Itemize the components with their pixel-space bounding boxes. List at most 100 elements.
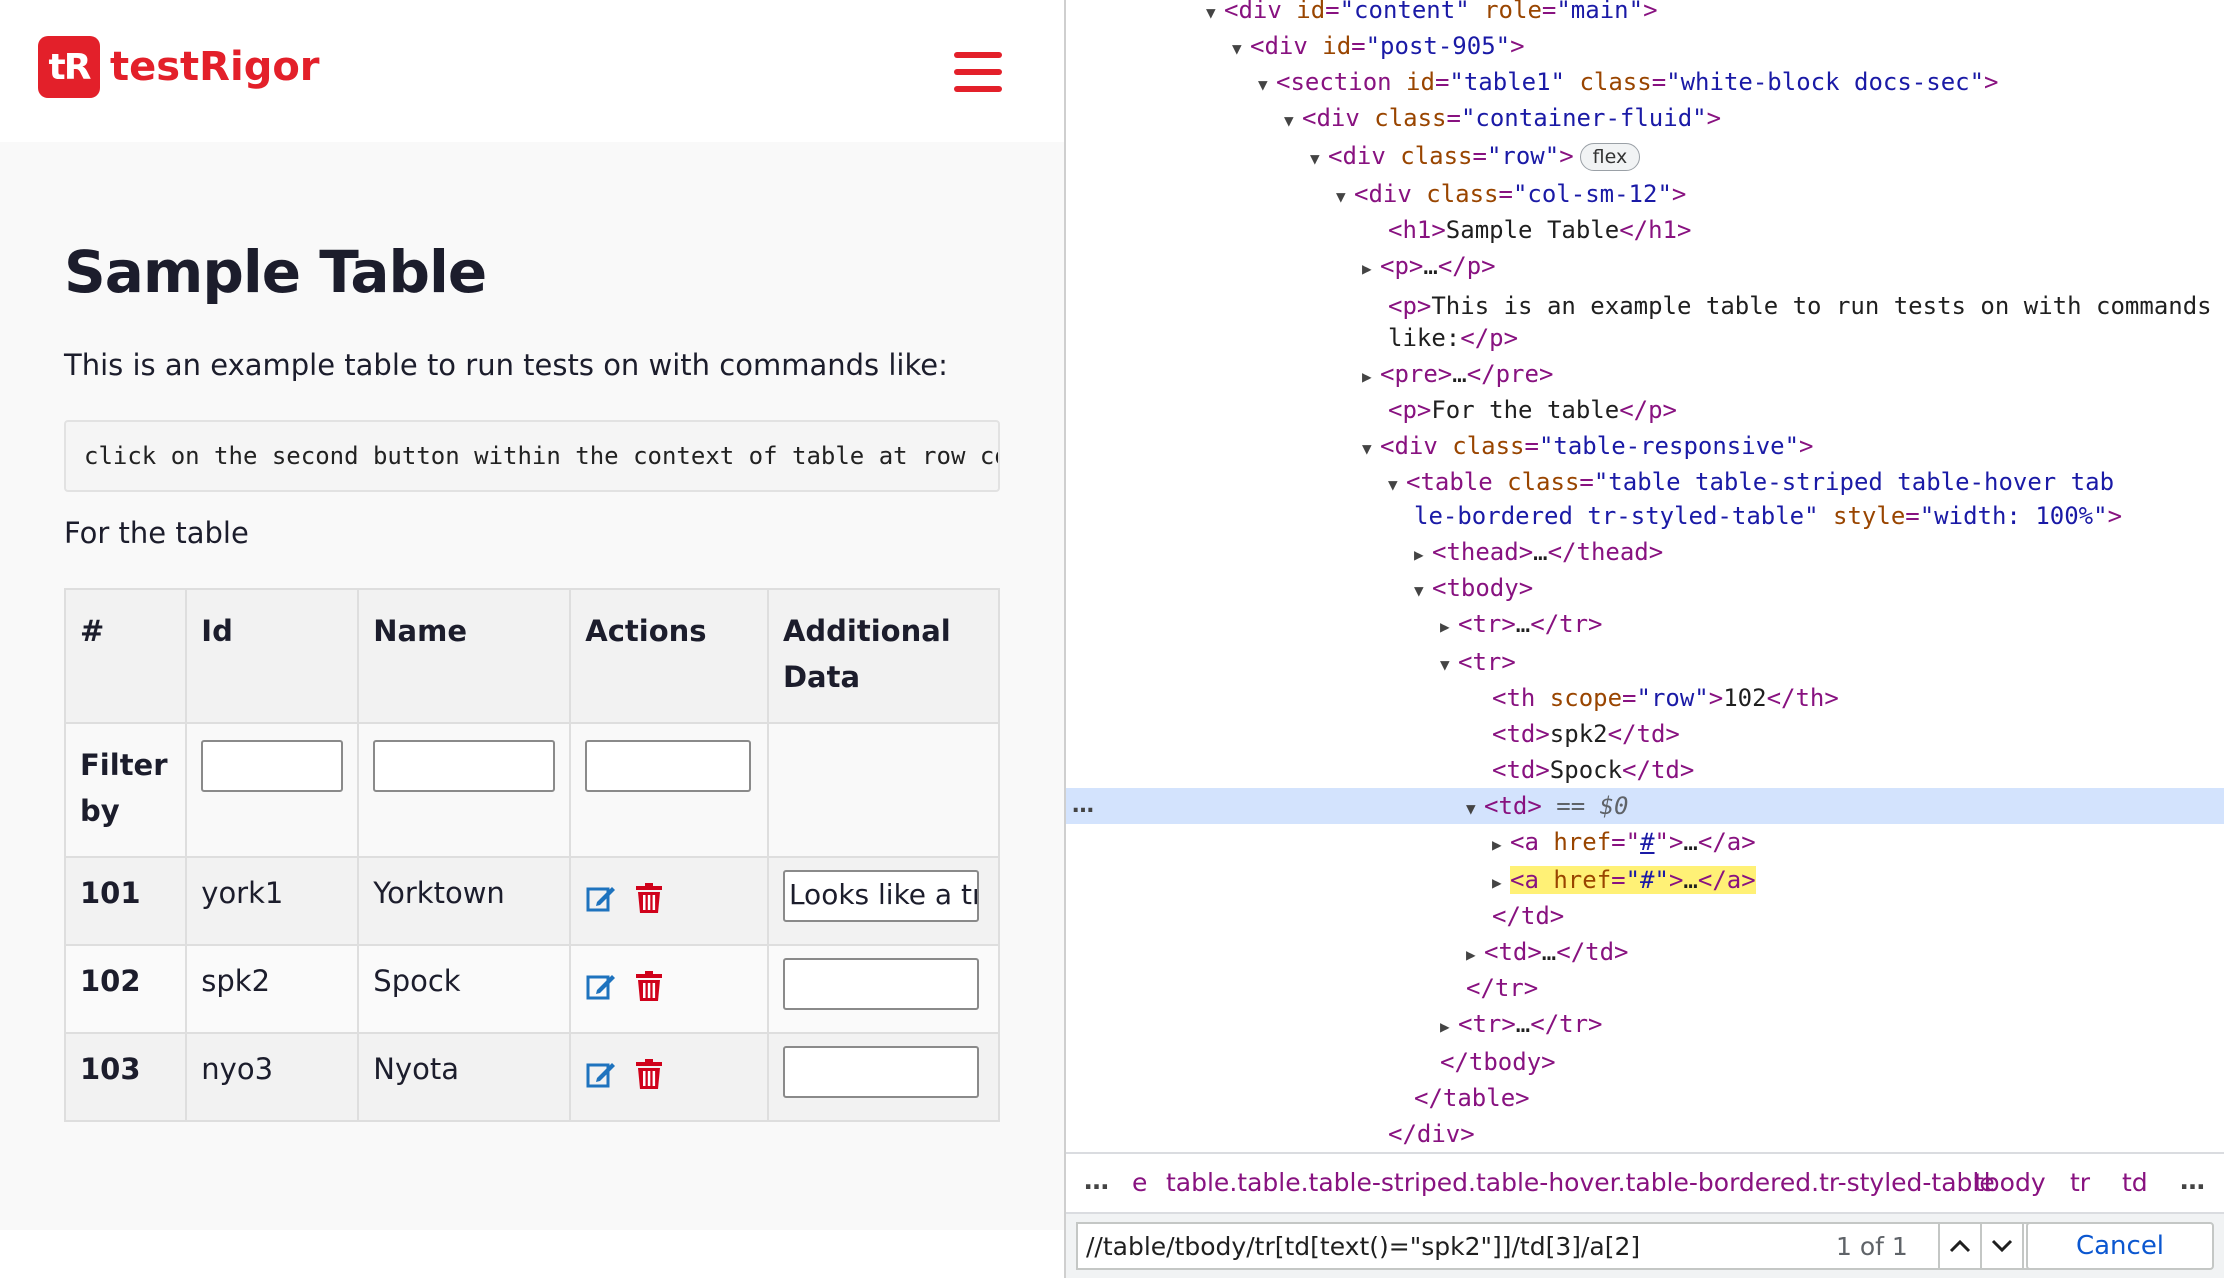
edit-icon[interactable] <box>585 970 617 1009</box>
row-additional-data <box>766 1032 1001 1122</box>
dom-node-line[interactable]: <p>This is an example table to run tests… <box>1066 288 2224 324</box>
dom-node-line[interactable]: ▶ <tr>…</tr> <box>1066 1006 2224 1042</box>
expand-triangle-icon[interactable]: ▼ <box>1466 791 1484 827</box>
dom-node-line[interactable]: ▶ <thead>…</thead> <box>1066 534 2224 570</box>
dom-node-line[interactable]: </table> <box>1066 1080 2224 1116</box>
dom-node-line[interactable]: <th scope="row">102</th> <box>1066 680 2224 716</box>
collapse-triangle-icon[interactable]: ▶ <box>1362 359 1380 395</box>
trash-icon[interactable] <box>635 970 663 1009</box>
cancel-button[interactable]: Cancel <box>2026 1222 2214 1270</box>
breadcrumb-item-tbody[interactable]: tbody <box>1974 1168 2046 1197</box>
flex-badge[interactable]: flex <box>1579 143 1641 171</box>
dom-node-line[interactable]: ▶ <pre>…</pre> <box>1066 356 2224 392</box>
column-header-actions: Actions <box>569 588 769 724</box>
previous-match-button[interactable] <box>1938 1222 1982 1270</box>
row-id: spk2 <box>185 944 360 1034</box>
dom-node-line[interactable]: like:</p> <box>1066 320 2224 356</box>
dom-node-line[interactable]: </tr> <box>1066 970 2224 1006</box>
collapse-triangle-icon[interactable]: ▶ <box>1362 251 1380 287</box>
filter-id-input[interactable] <box>201 740 344 792</box>
dom-node-line[interactable]: <td>spk2</td> <box>1066 716 2224 752</box>
filter-cell-id <box>185 722 360 858</box>
breadcrumb-item-td[interactable]: td <box>2122 1168 2148 1197</box>
dom-node-line[interactable]: ▶ <p>…</p> <box>1066 248 2224 284</box>
row-id: nyo3 <box>185 1032 360 1122</box>
row-number: 103 <box>63 1032 188 1122</box>
dom-tree: ▼ <div id="content" role="main"> ▼ <div id… <box>1066 0 2224 1152</box>
logo-text: testRigor <box>110 44 320 90</box>
expand-triangle-icon[interactable]: ▼ <box>1310 141 1328 177</box>
breadcrumb-cut[interactable]: e <box>1132 1168 1147 1197</box>
row-actions <box>569 1032 769 1122</box>
collapse-triangle-icon[interactable]: ▶ <box>1492 827 1510 863</box>
dom-node-line[interactable]: le-bordered tr-styled-table" style="widt… <box>1066 498 2224 534</box>
breadcrumb-more-left[interactable]: … <box>1084 1166 1109 1195</box>
breadcrumb-item-tr[interactable]: tr <box>2070 1168 2090 1197</box>
expand-triangle-icon[interactable]: ▼ <box>1284 103 1302 139</box>
filter-row: Filter by <box>63 722 1001 858</box>
additional-data-input[interactable] <box>782 1046 979 1098</box>
dom-node-line[interactable]: ▶ <a href="#">…</a> <box>1066 824 2224 860</box>
collapse-triangle-icon[interactable]: ▶ <box>1492 865 1510 901</box>
expand-triangle-icon[interactable]: ▼ <box>1258 67 1276 103</box>
row-name: Yorktown <box>357 856 572 946</box>
breadcrumb-item-table[interactable]: table.table.table-striped.table-hover.ta… <box>1166 1168 1995 1197</box>
dom-node-line[interactable]: <p>For the table</p> <box>1066 392 2224 428</box>
hamburger-menu-icon[interactable] <box>954 52 1006 96</box>
collapse-triangle-icon[interactable]: ▶ <box>1414 537 1432 573</box>
dom-node-line-selected[interactable]: … ▼ <td> == $0 <box>1066 788 2224 824</box>
next-match-button[interactable] <box>1980 1222 2024 1270</box>
dom-node-line[interactable]: ▼ <table class="table table-striped table… <box>1066 464 2224 500</box>
additional-data-input[interactable] <box>782 958 979 1010</box>
expand-triangle-icon[interactable]: ▼ <box>1232 31 1250 67</box>
edit-icon[interactable] <box>585 1058 617 1097</box>
collapse-triangle-icon[interactable]: ▶ <box>1440 1009 1458 1045</box>
dom-node-line[interactable]: ▼ <tr> <box>1066 644 2224 680</box>
dom-node-line[interactable]: ▼ <tbody> <box>1066 570 2224 606</box>
filter-actions-input[interactable] <box>585 740 752 792</box>
more-options-icon[interactable]: … <box>1072 788 1094 824</box>
collapse-triangle-icon[interactable]: ▶ <box>1440 609 1458 645</box>
dom-node-line[interactable]: ▼ <div class="col-sm-12"> <box>1066 176 2224 212</box>
column-header-name: Name <box>357 588 572 724</box>
chevron-up-icon <box>1949 1239 1971 1253</box>
dom-node-line[interactable]: ▼ <div class="table-responsive"> <box>1066 428 2224 464</box>
dom-node-line[interactable]: ▼ <div class="container-fluid"> <box>1066 100 2224 136</box>
code-block[interactable]: click on the second button within the co… <box>64 420 1000 492</box>
intro-text: This is an example table to run tests on… <box>64 348 948 382</box>
expand-triangle-icon[interactable]: ▼ <box>1336 179 1354 215</box>
collapse-triangle-icon[interactable]: ▶ <box>1466 937 1484 973</box>
additional-data-input[interactable]: Looks like a trouble <box>782 870 979 922</box>
dom-node-line[interactable]: ▼ <div class="row"> flex <box>1066 138 2224 174</box>
filter-name-input[interactable] <box>373 740 556 792</box>
dom-node-line[interactable]: <h1>Sample Table</h1> <box>1066 212 2224 248</box>
web-page: tR testRigor Sample Table This is an exa… <box>0 0 1064 1278</box>
dom-node-line[interactable]: ▼ <section id="table1" class="white-block… <box>1066 64 2224 100</box>
expand-triangle-icon[interactable]: ▼ <box>1206 0 1224 31</box>
column-header-number: # <box>63 588 188 724</box>
edit-icon[interactable] <box>585 882 617 921</box>
expand-triangle-icon[interactable]: ▼ <box>1414 573 1432 609</box>
dom-node-line[interactable]: <td>Spock</td> <box>1066 752 2224 788</box>
dom-node-line[interactable]: ▶ <td>…</td> <box>1066 934 2224 970</box>
row-additional-data <box>766 944 1001 1034</box>
expand-triangle-icon[interactable]: ▼ <box>1362 431 1380 467</box>
dom-node-line[interactable]: ▼ <div id="post-905"> <box>1066 28 2224 64</box>
row-number: 101 <box>63 856 188 946</box>
header-row: # Id Name Actions Additional Data <box>63 588 1001 724</box>
match-count: 1 of 1 <box>1836 1232 1908 1261</box>
expand-triangle-icon[interactable]: ▼ <box>1440 647 1458 683</box>
breadcrumb-more-right[interactable]: … <box>2180 1166 2205 1195</box>
breadcrumb: … e table.table.table-striped.table-hove… <box>1066 1152 2224 1212</box>
dom-node-line-search-match[interactable]: ▶ <a href="#">…</a> <box>1066 862 2224 898</box>
dom-node-line[interactable]: ▶ <tr>…</tr> <box>1066 606 2224 642</box>
trash-icon[interactable] <box>635 882 663 921</box>
logo[interactable]: tR testRigor <box>38 36 320 98</box>
dom-node-line[interactable]: ▼ <div id="content" role="main"> <box>1066 0 2224 28</box>
dom-node-line[interactable]: </td> <box>1066 898 2224 934</box>
trash-icon[interactable] <box>635 1058 663 1097</box>
filter-cell-actions <box>569 722 769 858</box>
column-header-additional-data: Additional Data <box>766 588 1001 724</box>
dom-node-line[interactable]: </tbody> <box>1066 1044 2224 1080</box>
dom-node-line[interactable]: </div> <box>1066 1116 2224 1152</box>
